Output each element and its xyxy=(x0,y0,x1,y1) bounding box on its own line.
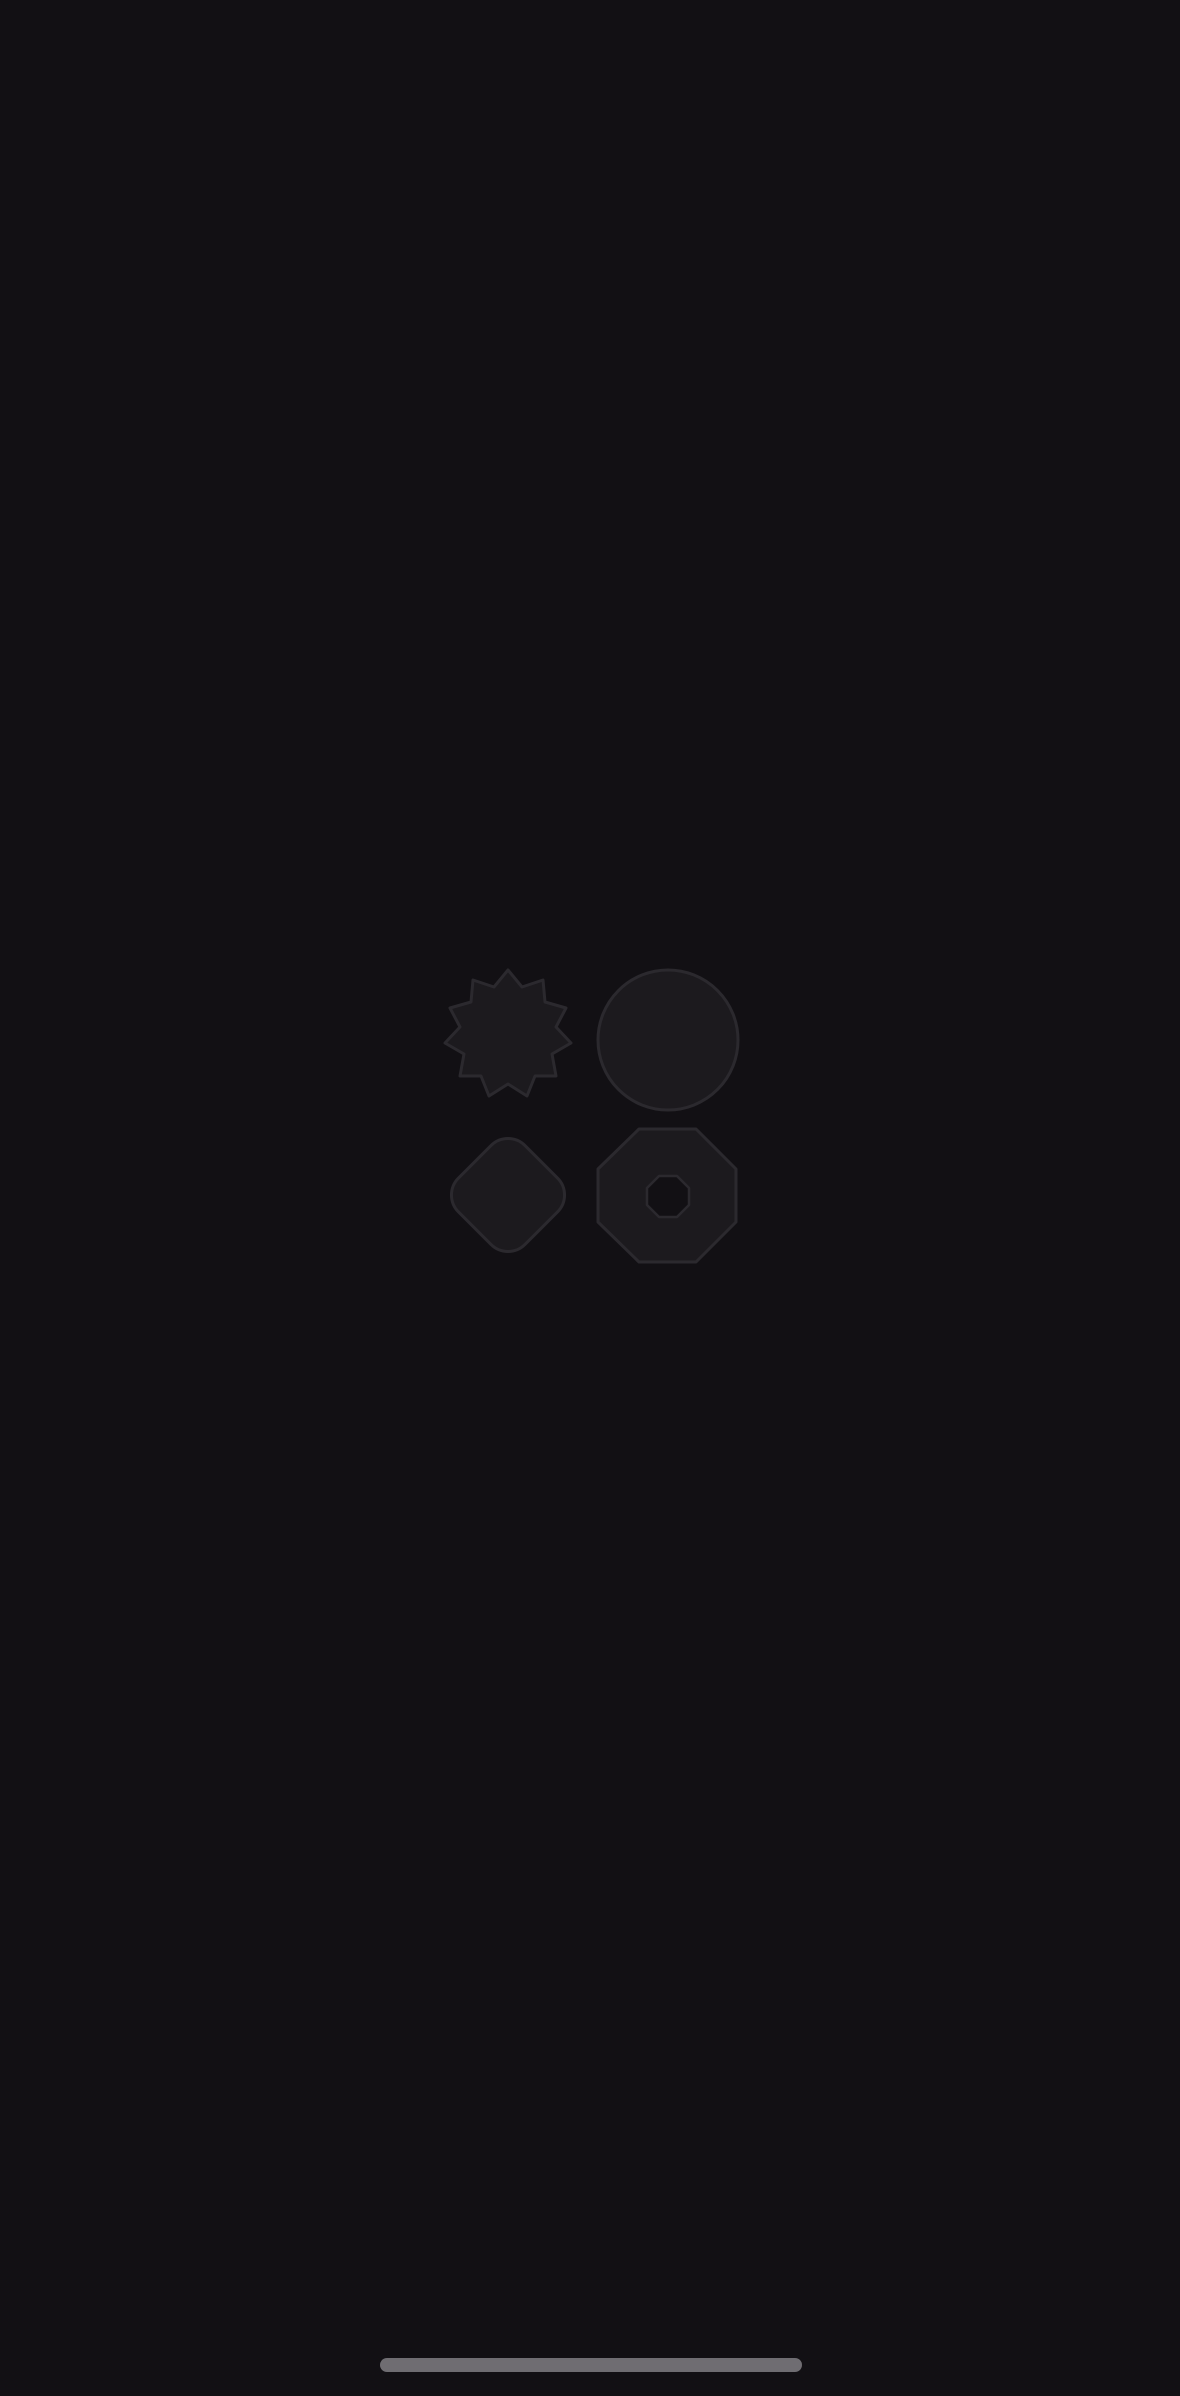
star-burst-icon xyxy=(443,968,573,1098)
home-indicator-bar[interactable] xyxy=(380,2358,802,2372)
splash-screen xyxy=(0,0,1180,2396)
octagon-ring-icon xyxy=(596,1127,738,1264)
app-logo-svg xyxy=(443,968,740,1264)
app-logo xyxy=(428,962,752,1274)
circle-icon xyxy=(596,968,740,1112)
rounded-diamond-icon xyxy=(449,1136,567,1254)
